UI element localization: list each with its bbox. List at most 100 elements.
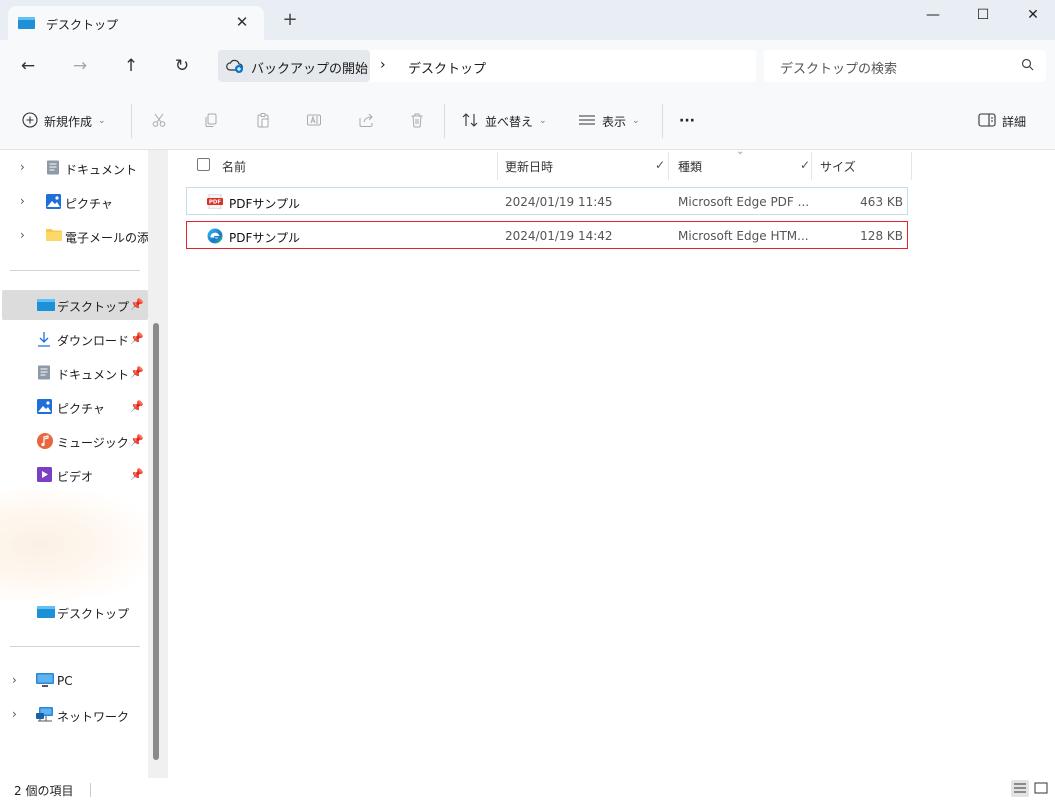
sort-button[interactable]: 並べ替え ⌄: [461, 110, 547, 132]
details-pane-button[interactable]: 詳細: [978, 110, 1026, 132]
sidebar-scrollbar[interactable]: [148, 150, 168, 778]
file-type: Microsoft Edge HTM...: [678, 229, 809, 243]
sort-button-label: 並べ替え: [485, 114, 534, 129]
chevron-right-icon[interactable]: ›: [12, 673, 17, 687]
rename-icon: [306, 112, 322, 131]
pin-icon[interactable]: 📌: [130, 400, 144, 413]
new-button[interactable]: 新規作成 ⌄: [22, 110, 106, 132]
sidebar-item-pictures[interactable]: › ピクチャ: [2, 187, 148, 217]
paste-button[interactable]: [252, 110, 274, 132]
pictures-icon: [37, 399, 52, 417]
desktop-icon: [37, 299, 55, 314]
scrollbar-thumb[interactable]: [153, 323, 159, 760]
tab-desktop[interactable]: デスクトップ ✕: [8, 6, 264, 40]
chevron-right-icon[interactable]: ›: [20, 160, 25, 174]
column-header-date[interactable]: 更新日時 ✓: [498, 150, 668, 180]
delete-button[interactable]: [406, 110, 428, 132]
sidebar-divider: [10, 646, 140, 647]
pc-icon: [36, 673, 54, 691]
view-button[interactable]: 表示 ⌄: [578, 110, 640, 132]
sidebar-item-pictures-quick[interactable]: ピクチャ 📌: [2, 392, 148, 422]
command-bar: 新規作成 ⌄ 並べ替え ⌄ 表示 ⌄ ··· 詳細: [0, 92, 1055, 150]
sidebar-item-email-attachments[interactable]: › 電子メールの添付: [2, 221, 149, 251]
breadcrumb-desktop[interactable]: デスクトップ: [408, 58, 486, 77]
sidebar-item-label: ダウンロード: [57, 334, 130, 348]
file-row[interactable]: PDFサンプル 2024/01/19 14:42 Microsoft Edge …: [186, 221, 908, 249]
sidebar-item-label: ピクチャ: [65, 197, 113, 211]
up-button[interactable]: ↑: [117, 53, 145, 79]
sidebar-item-network[interactable]: › ネットワーク: [2, 700, 148, 730]
cut-button[interactable]: [148, 110, 170, 132]
refresh-button[interactable]: ↻: [168, 53, 196, 79]
sidebar-item-music[interactable]: ミュージック 📌: [2, 426, 148, 456]
sidebar-item-desktop[interactable]: デスクトップ 📌: [2, 290, 148, 320]
sidebar-item-pc[interactable]: › PC: [2, 666, 148, 696]
column-divider[interactable]: [911, 152, 912, 180]
sidebar-item-documents[interactable]: › ドキュメント: [2, 153, 148, 183]
file-date: 2024/01/19 11:45: [505, 195, 613, 209]
pin-icon[interactable]: 📌: [130, 332, 144, 345]
edge-html-file-icon: [207, 228, 223, 247]
checkmark-icon: ✓: [800, 158, 811, 172]
select-all-checkbox[interactable]: [197, 158, 210, 171]
details-view-button[interactable]: [1011, 780, 1029, 797]
document-icon: [37, 365, 51, 383]
column-header-name[interactable]: 名前: [168, 150, 498, 180]
close-tab-icon[interactable]: ✕: [232, 13, 252, 31]
sidebar-item-label: ピクチャ: [57, 402, 105, 416]
maximize-button[interactable]: ☐: [960, 2, 1006, 28]
search-box[interactable]: デスクトップの検索: [764, 50, 1046, 82]
status-bar: 2 個の項目: [0, 778, 1055, 800]
new-tab-button[interactable]: +: [278, 9, 302, 30]
details-pane-label: 詳細: [1002, 114, 1027, 129]
file-name: PDFサンプル: [229, 231, 301, 245]
rename-button[interactable]: [303, 110, 325, 132]
desktop-icon: [37, 606, 55, 621]
svg-text:PDF: PDF: [209, 200, 222, 206]
breadcrumb-backup-label: バックアップの開始: [251, 62, 369, 77]
pin-icon[interactable]: 📌: [130, 298, 144, 311]
clipboard-icon: [255, 112, 271, 131]
column-header-type[interactable]: 種類 ⌄ ✓: [669, 146, 810, 180]
pin-icon[interactable]: 📌: [130, 468, 144, 481]
search-icon[interactable]: [1021, 58, 1034, 74]
share-button[interactable]: [355, 110, 377, 132]
chevron-right-icon[interactable]: ›: [12, 707, 17, 721]
title-bar: デスクトップ ✕ + — ☐ ✕: [0, 0, 1055, 40]
column-header-label: サイズ: [820, 160, 856, 174]
column-header-label: 名前: [222, 160, 247, 174]
file-size: 128 KB: [860, 229, 903, 243]
forward-button[interactable]: →: [66, 53, 94, 79]
sidebar-item-downloads[interactable]: ダウンロード 📌: [2, 324, 148, 354]
sidebar-item-label: ドキュメント: [57, 368, 130, 382]
toolbar-divider: [662, 104, 663, 138]
large-icons-view-button[interactable]: [1032, 780, 1050, 797]
video-icon: [37, 467, 52, 485]
file-row[interactable]: PDF PDFサンプル 2024/01/19 11:45 Microsoft E…: [186, 187, 908, 215]
pictures-icon: [46, 194, 61, 212]
more-options-button[interactable]: ···: [679, 110, 695, 132]
copy-button[interactable]: [200, 110, 222, 132]
chevron-right-icon[interactable]: ›: [20, 228, 25, 242]
back-button[interactable]: ←: [14, 53, 42, 79]
breadcrumb-chevron-icon[interactable]: ›: [380, 57, 386, 73]
sidebar-item-desktop-root[interactable]: デスクトップ: [2, 597, 148, 627]
breadcrumb-backup[interactable]: バックアップの開始: [218, 50, 370, 82]
pin-icon[interactable]: 📌: [130, 366, 144, 379]
trash-icon: [409, 112, 425, 131]
pin-icon[interactable]: 📌: [130, 434, 144, 447]
chevron-right-icon[interactable]: ›: [20, 194, 25, 208]
large-icons-view-icon: [1034, 782, 1048, 794]
column-header-size[interactable]: サイズ: [812, 150, 912, 180]
sort-chevron-icon: ⌄: [736, 146, 745, 157]
toolbar-divider: [131, 104, 132, 138]
details-view-icon: [1014, 783, 1026, 793]
sidebar-item-videos[interactable]: ビデオ 📌: [2, 460, 148, 490]
minimize-button[interactable]: —: [910, 2, 956, 28]
item-count: 2 個の項目: [14, 784, 74, 798]
folder-icon: [46, 228, 62, 244]
address-bar[interactable]: バックアップの開始 › デスクトップ: [218, 50, 756, 82]
plus-circle-icon: [22, 111, 38, 131]
close-window-button[interactable]: ✕: [1010, 2, 1055, 28]
sidebar-item-documents-quick[interactable]: ドキュメント 📌: [2, 358, 148, 388]
